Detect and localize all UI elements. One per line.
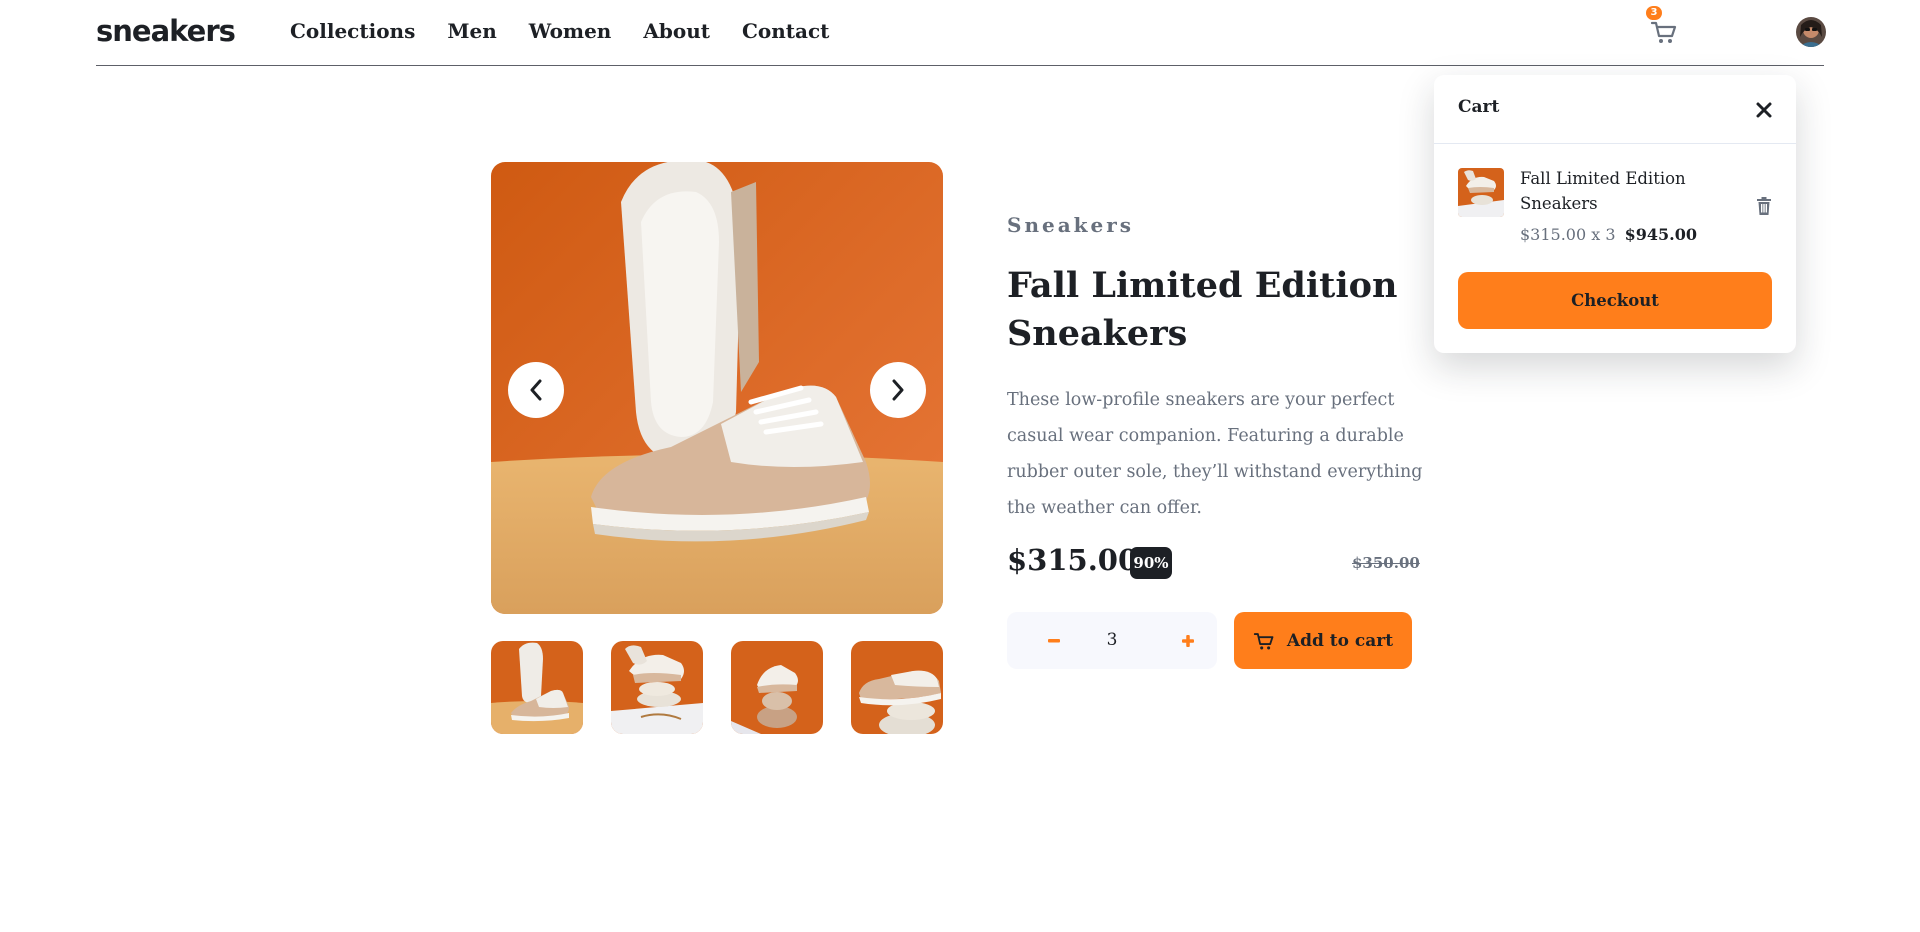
add-to-cart-button[interactable]: Add to cart [1234,612,1412,669]
quantity-value: 3 [1106,630,1118,650]
thumbnail-list [491,641,971,734]
cart-item-price: $315.00 x 3 $945.00 [1520,225,1697,244]
cart-item-unit-calc: $315.00 x 3 [1520,225,1616,244]
thumbnail-1[interactable] [491,641,583,734]
logo[interactable]: sneakers [96,14,236,48]
add-to-cart-label: Add to cart [1286,630,1394,651]
cart-item-thumbnail [1458,168,1504,217]
cart-icon [1253,632,1274,649]
close-icon[interactable] [1752,98,1776,122]
chevron-right-icon [892,379,904,401]
cart-icon[interactable] [1650,18,1678,46]
decrease-quantity-button[interactable] [1034,612,1074,669]
product-title: Fall Limited Edition Sneakers [1007,265,1398,354]
nav-men[interactable]: Men [447,19,496,43]
discount-badge: 90% [1130,547,1172,579]
minus-icon [1048,638,1060,642]
original-price: $350.00 [1352,554,1420,572]
nav-collections[interactable]: Collections [290,19,415,43]
nav-women[interactable]: Women [529,19,612,43]
product-price: $315.00 [1007,543,1139,577]
user-avatar[interactable] [1796,17,1826,47]
quantity-stepper: 3 [1007,612,1217,669]
cart-title: Cart [1458,97,1500,117]
trash-icon[interactable] [1756,197,1772,215]
main-nav: Collections Men Women About Contact [290,19,861,43]
product-company: Sneakers [1007,213,1135,237]
next-image-button[interactable] [870,362,926,418]
thumbnail-3[interactable] [731,641,823,734]
plus-icon [1182,634,1194,647]
thumbnail-4[interactable] [851,641,943,734]
increase-quantity-button[interactable] [1168,612,1208,669]
cart-count-badge: 3 [1646,6,1662,20]
thumbnail-2[interactable] [611,641,703,734]
cart-item-name: Fall Limited Edition Sneakers [1520,169,1686,213]
nav-about[interactable]: About [643,19,710,43]
chevron-left-icon [530,379,542,401]
cart-header: Cart [1434,75,1796,144]
previous-image-button[interactable] [508,362,564,418]
product-description: These low-profile sneakers are your perf… [1007,390,1423,518]
site-header: sneakers Collections Men Women About Con… [96,0,1824,66]
checkout-button[interactable]: Checkout [1458,272,1772,329]
cart-item-total: $945.00 [1624,225,1698,244]
nav-contact[interactable]: Contact [742,19,829,43]
cart-dropdown: Cart Fall Limited Edition Sneakers $315.… [1434,75,1796,353]
